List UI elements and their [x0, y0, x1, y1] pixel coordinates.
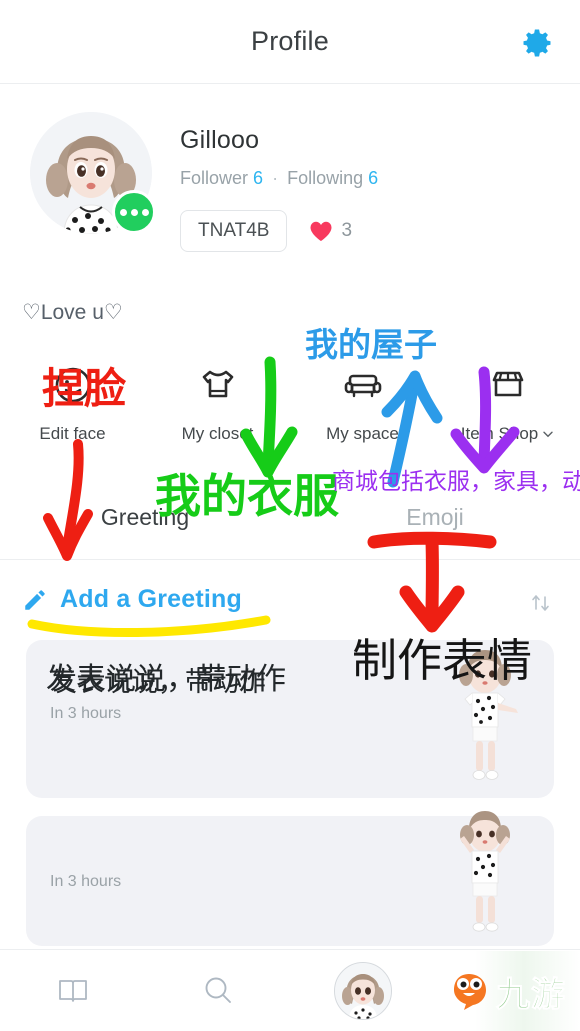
- avatar-character-icon: [460, 811, 510, 932]
- sofa-icon: [344, 374, 381, 398]
- page-title: Profile: [251, 26, 329, 56]
- nav-item-feed[interactable]: [0, 971, 145, 1011]
- user-code-chip[interactable]: TNAT4B: [180, 210, 288, 252]
- heart-icon: [310, 221, 332, 241]
- chevron-down-icon[interactable]: [542, 428, 554, 440]
- gear-icon: [523, 29, 551, 57]
- annotation-text-item-shop: 商城包括衣服，家具，动作: [332, 469, 580, 495]
- search-icon: [205, 977, 231, 1003]
- annotation-text-emoji: 制作表情: [352, 634, 533, 687]
- card-character: [448, 809, 522, 940]
- shop-icon-wrap: [485, 358, 531, 406]
- annotation-text-my-space: 我的屋子: [305, 325, 437, 364]
- sort-updown-icon: [532, 595, 549, 611]
- avatar-icon: [333, 961, 392, 1020]
- menu-label-text: Item Shop: [460, 424, 539, 443]
- menu-label: Edit face: [39, 424, 106, 443]
- watermark-text: 九游: [496, 975, 566, 1014]
- annotation-text-my-closet: 我的衣服: [155, 469, 339, 523]
- nav-item-profile[interactable]: [290, 961, 435, 1020]
- profile-section: Gillooo Follower 6 · Following 6 TNAT4B …: [0, 84, 580, 289]
- nav-item-search[interactable]: [145, 971, 290, 1011]
- dot: [130, 208, 138, 216]
- menu-item-my-space[interactable]: My space: [290, 358, 435, 444]
- follower-count[interactable]: 6: [253, 168, 263, 188]
- yellow-underline-icon: [27, 615, 271, 638]
- add-greeting-button[interactable]: Add a Greeting: [22, 585, 242, 614]
- username: Gillooo: [180, 126, 260, 154]
- annotation-text-edit-face: 捏脸: [42, 364, 127, 413]
- menu-item-my-closet[interactable]: My closet: [145, 358, 290, 444]
- shop-icon: [492, 371, 523, 397]
- tshirt-icon-wrap: [195, 358, 241, 406]
- dot: [141, 208, 149, 216]
- heart-group[interactable]: 3: [309, 220, 352, 242]
- menu-item-item-shop[interactable]: Item Shop: [435, 358, 580, 444]
- status-badge[interactable]: [112, 190, 156, 234]
- profile-info: Gillooo Follower 6 · Following 6: [180, 126, 378, 189]
- avatar[interactable]: [30, 112, 156, 234]
- settings-button[interactable]: [516, 22, 558, 64]
- pencil-icon: [25, 589, 45, 610]
- card-timestamp: In 3 hours: [50, 873, 122, 890]
- heart-count: 3: [341, 220, 353, 241]
- book-icon: [58, 979, 87, 1002]
- annotation-text-post: 发表说说，带动作: [46, 662, 286, 697]
- watermark: 九游: [440, 951, 580, 1031]
- following-label[interactable]: Following: [287, 168, 363, 188]
- tshirt-icon: [202, 370, 233, 398]
- mascot-icon: [454, 974, 486, 1010]
- profile-screen: Profile Gillooo Follower 6 · Following 6…: [0, 0, 580, 1031]
- code-row: TNAT4B 3: [180, 210, 352, 252]
- follower-label[interactable]: Follower: [180, 168, 248, 188]
- menu-label: Item Shop: [461, 424, 555, 444]
- add-greeting-label: Add a Greeting: [60, 585, 242, 613]
- dot: [119, 208, 127, 216]
- card-timestamp: In 3 hours: [50, 705, 122, 722]
- following-count[interactable]: 6: [368, 168, 378, 188]
- menu-label: My closet: [181, 424, 254, 443]
- follow-stats: Follower 6 · Following 6: [180, 168, 378, 189]
- app-header: Profile: [0, 0, 580, 84]
- status-message: ♡Love u♡: [22, 301, 123, 324]
- avatar-character-icon: [334, 962, 391, 1019]
- sort-button[interactable]: [524, 586, 558, 620]
- tab-label: Emoji: [406, 504, 464, 530]
- greeting-card[interactable]: In 3 hours: [26, 811, 554, 946]
- separator: ·: [272, 168, 279, 188]
- menu-label: My space: [326, 424, 399, 443]
